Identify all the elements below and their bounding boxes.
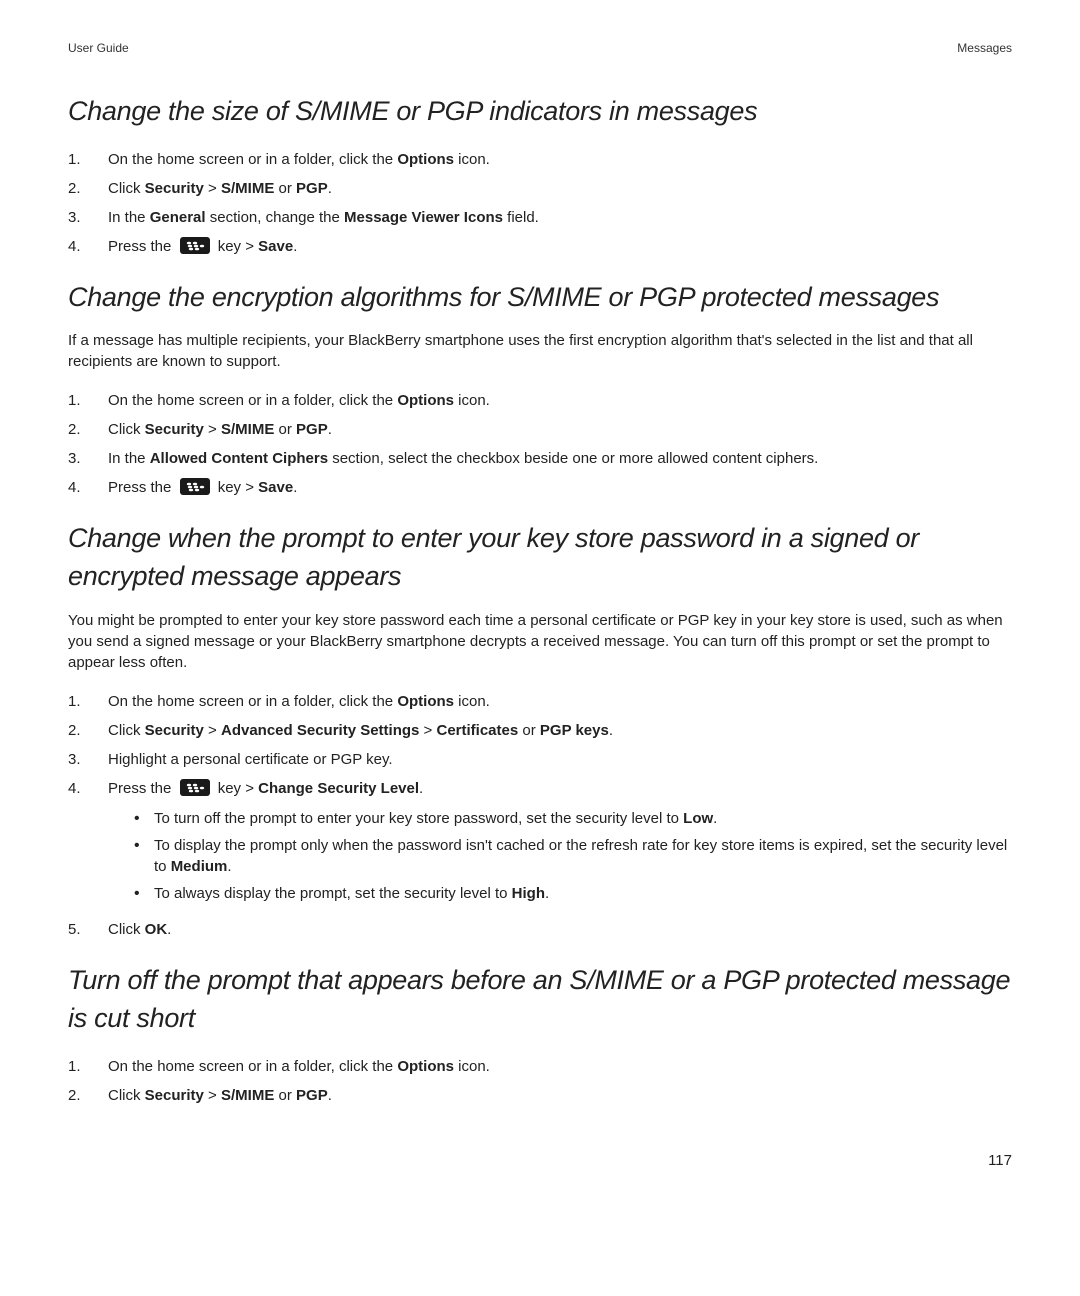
step-number: 2. [68, 720, 108, 741]
step-number: 3. [68, 448, 108, 469]
step-number: 4. [68, 236, 108, 257]
bullet-item: To always display the prompt, set the se… [134, 880, 1012, 907]
step-item: 3.Highlight a personal certificate or PG… [68, 745, 1012, 774]
step-item: 4.Press the key > Save. [68, 232, 1012, 261]
section-body: You might be prompted to enter your key … [68, 610, 1012, 673]
step-text: Press the key > Save. [108, 477, 1012, 498]
step-number: 1. [68, 390, 108, 411]
blackberry-menu-key-icon [180, 237, 210, 254]
section-body: If a message has multiple recipients, yo… [68, 330, 1012, 372]
step-item: 1.On the home screen or in a folder, cli… [68, 386, 1012, 415]
page-header: User Guide Messages [68, 40, 1012, 57]
step-text: On the home screen or in a folder, click… [108, 691, 1012, 712]
step-number: 3. [68, 207, 108, 228]
step-item: 2.Click Security > S/MIME or PGP. [68, 1081, 1012, 1110]
bullet-item: To turn off the prompt to enter your key… [134, 805, 1012, 832]
section-heading: Change when the prompt to enter your key… [68, 520, 1012, 596]
blackberry-menu-key-icon [180, 779, 210, 796]
step-number: 4. [68, 477, 108, 498]
step-item: 4.Press the key > Save. [68, 473, 1012, 502]
bullet-list: To turn off the prompt to enter your key… [134, 805, 1012, 907]
section-heading: Change the size of S/MIME or PGP indicat… [68, 93, 1012, 131]
step-number: 2. [68, 178, 108, 199]
step-number: 2. [68, 1085, 108, 1106]
step-number: 5. [68, 919, 108, 940]
step-text: On the home screen or in a folder, click… [108, 149, 1012, 170]
step-list: 1.On the home screen or in a folder, cli… [68, 386, 1012, 502]
step-text: Click OK. [108, 919, 1012, 940]
step-text: Press the key > Save. [108, 236, 1012, 257]
step-number: 2. [68, 419, 108, 440]
step-number: 1. [68, 149, 108, 170]
page-content: Change the size of S/MIME or PGP indicat… [68, 93, 1012, 1110]
step-number: 1. [68, 1056, 108, 1077]
step-text: Click Security > S/MIME or PGP. [108, 1085, 1012, 1106]
step-number: 4. [68, 778, 108, 799]
step-text: In the Allowed Content Ciphers section, … [108, 448, 1012, 469]
step-item: 3.In the General section, change the Mes… [68, 203, 1012, 232]
blackberry-menu-key-icon [180, 478, 210, 495]
step-text: Click Security > Advanced Security Setti… [108, 720, 1012, 741]
header-right: Messages [957, 40, 1012, 57]
step-text: Click Security > S/MIME or PGP. [108, 178, 1012, 199]
step-number: 3. [68, 749, 108, 770]
step-number: 1. [68, 691, 108, 712]
step-item: 2.Click Security > S/MIME or PGP. [68, 174, 1012, 203]
step-text: On the home screen or in a folder, click… [108, 1056, 1012, 1077]
section-heading: Change the encryption algorithms for S/M… [68, 279, 1012, 317]
step-text: Press the key > Change Security Level.To… [108, 778, 1012, 911]
step-item: 1.On the home screen or in a folder, cli… [68, 1052, 1012, 1081]
step-list: 1.On the home screen or in a folder, cli… [68, 1052, 1012, 1110]
section-heading: Turn off the prompt that appears before … [68, 962, 1012, 1038]
step-text: In the General section, change the Messa… [108, 207, 1012, 228]
step-item: 1.On the home screen or in a folder, cli… [68, 687, 1012, 716]
step-item: 2.Click Security > Advanced Security Set… [68, 716, 1012, 745]
step-item: 3.In the Allowed Content Ciphers section… [68, 444, 1012, 473]
step-item: 2.Click Security > S/MIME or PGP. [68, 415, 1012, 444]
step-item: 4.Press the key > Change Security Level.… [68, 774, 1012, 915]
page-number: 117 [68, 1150, 1012, 1171]
bullet-item: To display the prompt only when the pass… [134, 832, 1012, 880]
step-text: Click Security > S/MIME or PGP. [108, 419, 1012, 440]
step-list: 1.On the home screen or in a folder, cli… [68, 687, 1012, 944]
step-text: Highlight a personal certificate or PGP … [108, 749, 1012, 770]
step-text: On the home screen or in a folder, click… [108, 390, 1012, 411]
step-item: 1.On the home screen or in a folder, cli… [68, 145, 1012, 174]
step-list: 1.On the home screen or in a folder, cli… [68, 145, 1012, 261]
header-left: User Guide [68, 40, 129, 57]
step-item: 5.Click OK. [68, 915, 1012, 944]
